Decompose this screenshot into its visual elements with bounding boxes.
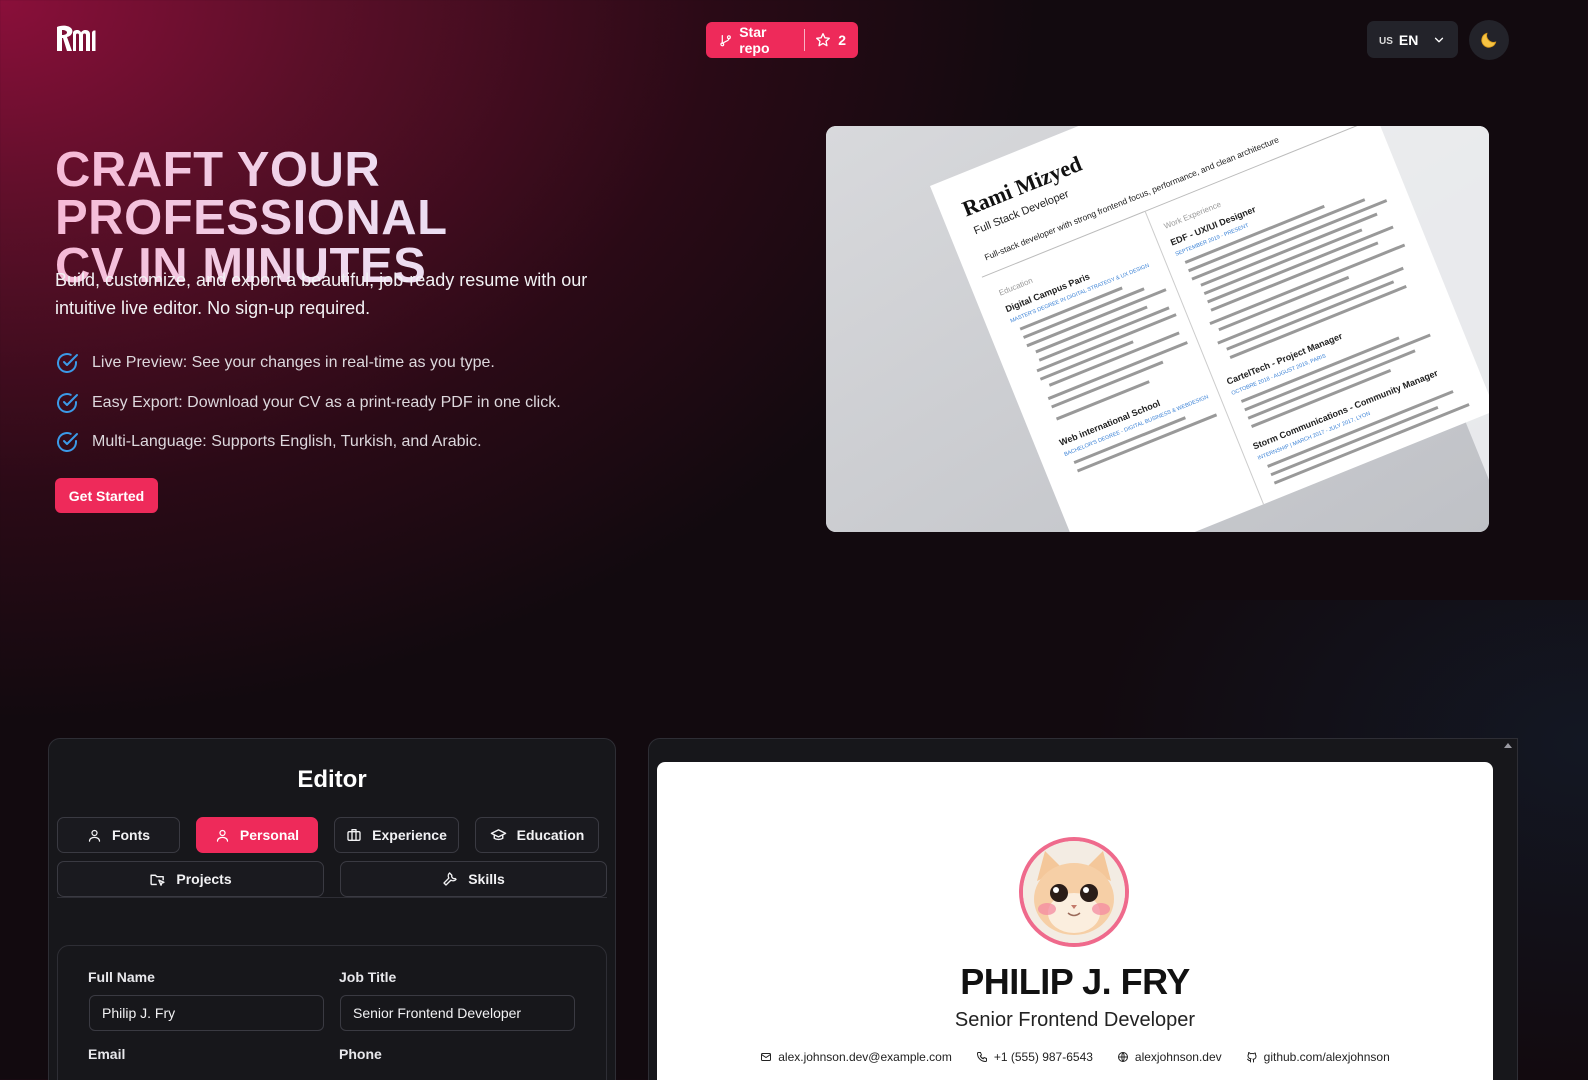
- feature-text: Easy Export: Download your CV as a print…: [92, 393, 561, 411]
- tab-divider: [57, 897, 607, 898]
- github-icon: [1246, 1052, 1257, 1063]
- hero-cv-image: Rami Mizyed Full Stack Developer Full-st…: [826, 126, 1489, 532]
- tab-label: Skills: [468, 871, 505, 887]
- hero-subtitle: Build, customize, and export a beautiful…: [55, 270, 588, 318]
- star-repo-button[interactable]: Star repo 2: [706, 22, 858, 58]
- editor-title: Editor: [297, 766, 367, 793]
- cv-contact-website: alexjohnson.dev: [1117, 1050, 1222, 1064]
- feature-text: Live Preview: See your changes in real-t…: [92, 354, 495, 371]
- avatar: [1019, 837, 1129, 947]
- moon-icon: [1481, 32, 1497, 48]
- tab-personal[interactable]: Personal: [196, 817, 318, 853]
- feature-item: Live Preview: See your changes in real-t…: [55, 351, 561, 375]
- get-started-button[interactable]: Get Started: [55, 478, 158, 513]
- cv-email-text: alex.johnson.dev@example.com: [778, 1050, 952, 1064]
- cv-preview-name: PHILIP J. FRY: [960, 961, 1190, 1002]
- us-flag-icon: US: [1379, 35, 1393, 47]
- phone-label: Phone: [339, 1046, 382, 1062]
- briefcase-icon: [347, 829, 361, 841]
- globe-icon: [1117, 1052, 1128, 1062]
- feature-text: Multi-Language: Supports English, Turkis…: [92, 433, 482, 450]
- feature-list: Live Preview: See your changes in real-t…: [55, 351, 561, 470]
- hero-title-line-1: CRAFT YOUR PROFESSIONAL: [55, 143, 448, 245]
- job-title-label: Job Title: [339, 969, 397, 985]
- tab-label: Experience: [372, 827, 447, 843]
- cat-avatar-image: [1023, 841, 1125, 943]
- cv-preview-contacts: alex.johnson.dev@example.com +1 (555) 98…: [657, 1050, 1493, 1064]
- tab-label: Projects: [176, 871, 232, 887]
- tab-education[interactable]: Education: [475, 817, 599, 853]
- language-code: EN: [1398, 31, 1419, 48]
- tab-projects[interactable]: Projects: [57, 861, 324, 897]
- cv-paper-illustration: Rami Mizyed Full Stack Developer Full-st…: [826, 126, 1489, 532]
- full-name-label: Full Name: [88, 969, 155, 985]
- logo-icon[interactable]: [55, 24, 97, 54]
- language-select[interactable]: US EN: [1367, 21, 1458, 58]
- folder-cursor-icon: [150, 874, 165, 886]
- mail-icon: [761, 1053, 772, 1061]
- wrench-icon: [443, 872, 457, 886]
- star-count: 2: [838, 32, 846, 48]
- cv-phone-text: +1 (555) 987-6543: [993, 1050, 1093, 1064]
- tab-label: Fonts: [111, 827, 151, 843]
- tab-label: Personal: [239, 827, 300, 843]
- check-circle-icon: [57, 392, 78, 413]
- job-title-input[interactable]: [340, 995, 575, 1031]
- cv-preview-job-title: Senior Frontend Developer: [954, 1009, 1196, 1031]
- cv-contact-github: github.com/alexjohnson: [1246, 1050, 1390, 1064]
- user-icon: [216, 829, 229, 842]
- theme-toggle-button[interactable]: [1469, 20, 1509, 60]
- tab-experience[interactable]: Experience: [334, 817, 459, 853]
- chevron-down-icon: [1435, 37, 1444, 42]
- git-branch-icon: [720, 34, 731, 46]
- check-circle-icon: [57, 353, 78, 373]
- user-icon: [88, 829, 101, 842]
- full-name-input[interactable]: [89, 995, 324, 1031]
- star-icon: [816, 33, 831, 47]
- graduation-cap-icon: [490, 828, 506, 840]
- cv-contact-phone: +1 (555) 987-6543: [976, 1050, 1093, 1064]
- feature-item: Easy Export: Download your CV as a print…: [55, 391, 561, 415]
- phone-icon: [976, 1052, 987, 1062]
- cv-github-text: github.com/alexjohnson: [1263, 1050, 1390, 1064]
- check-circle-icon: [57, 432, 78, 452]
- scroll-up-arrow-icon[interactable]: [1503, 741, 1513, 749]
- tab-label: Education: [516, 827, 585, 843]
- cv-contact-email: alex.johnson.dev@example.com: [760, 1050, 952, 1064]
- feature-item: Multi-Language: Supports English, Turkis…: [55, 430, 561, 454]
- cv-website-text: alexjohnson.dev: [1134, 1050, 1222, 1064]
- email-label: Email: [88, 1046, 126, 1062]
- tab-skills[interactable]: Skills: [340, 861, 607, 897]
- tab-fonts[interactable]: Fonts: [57, 817, 180, 853]
- star-repo-label: Star repo: [739, 24, 770, 56]
